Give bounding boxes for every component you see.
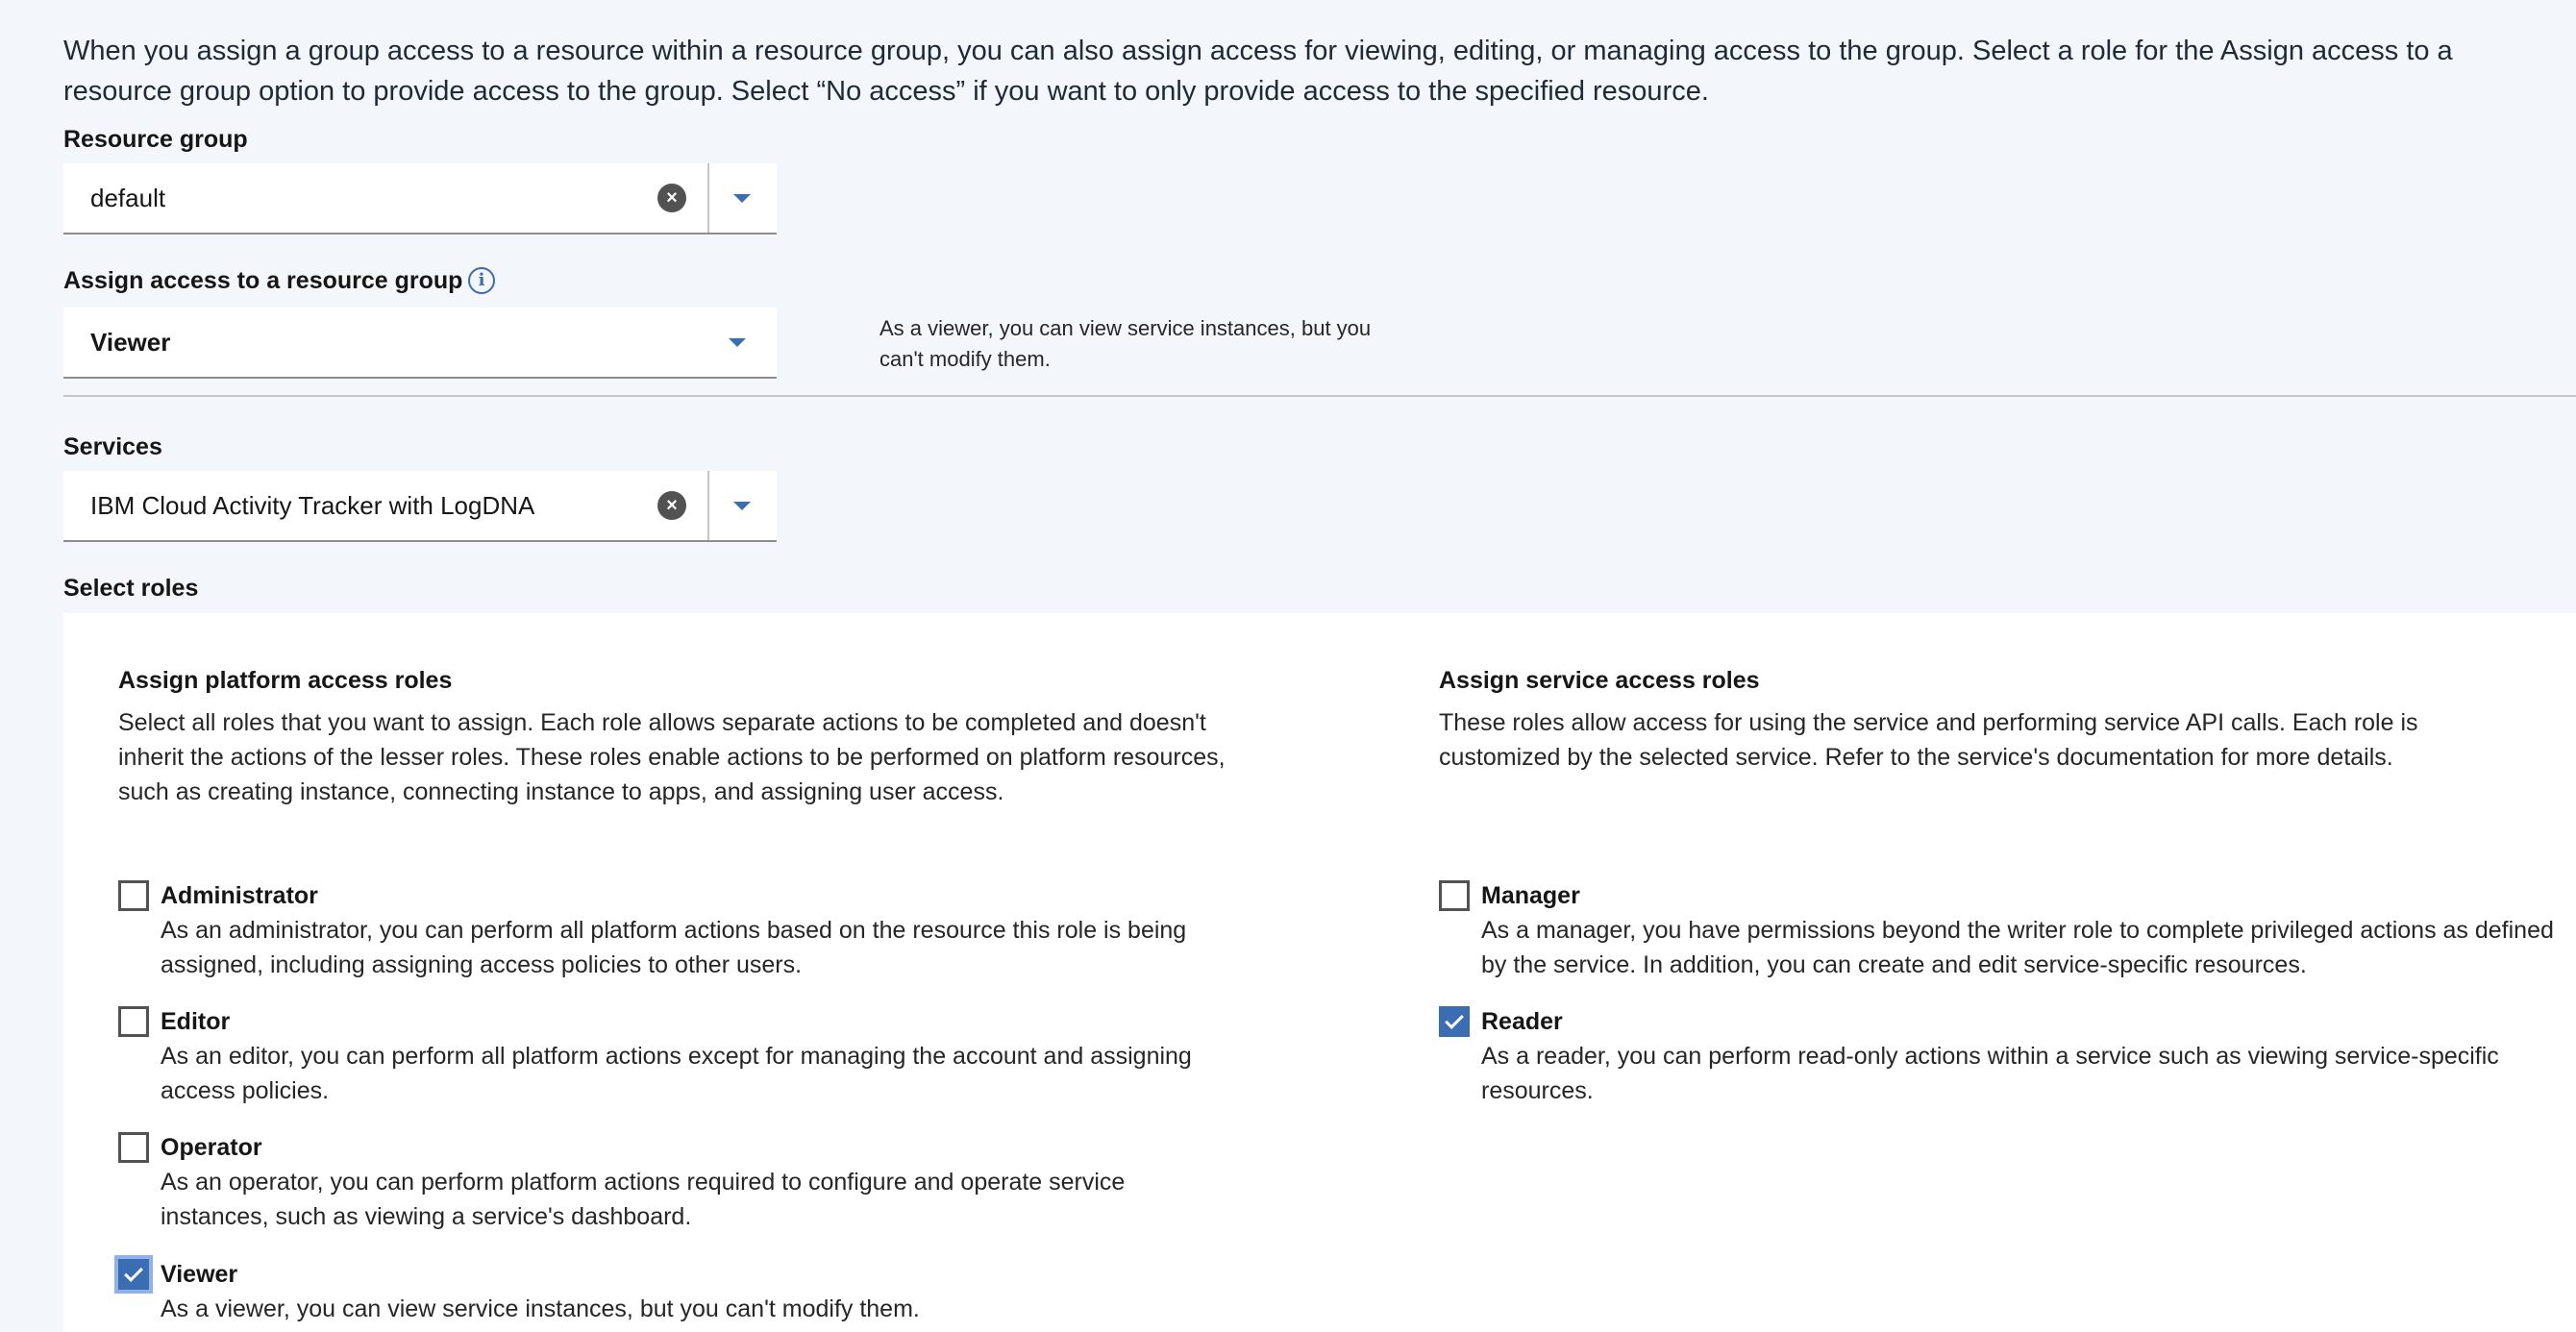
manager-checkbox[interactable] [1439, 880, 1470, 911]
assign-access-value: Viewer [90, 328, 171, 357]
operator-role-description: As an operator, you can perform platform… [161, 1169, 1126, 1230]
manager-role-description: As a manager, you have permissions beyon… [1481, 917, 2554, 978]
reader-role-description: As a reader, you can perform read-only a… [1481, 1043, 2499, 1104]
roles-panel: Assign platform access roles Select all … [63, 613, 2576, 1332]
resource-group-value: default [90, 184, 166, 212]
intro-text: When you assign a group access to a reso… [63, 36, 2453, 107]
assign-access-dropdown[interactable]: Viewer [63, 308, 777, 379]
services-combobox[interactable]: IBM Cloud Activity Tracker with LogDNA × [63, 471, 777, 542]
administrator-role-name: Administrator [161, 882, 318, 909]
select-roles-label: Select roles [63, 575, 199, 602]
viewer-checkbox[interactable] [118, 1259, 149, 1290]
operator-role-name: Operator [161, 1134, 262, 1161]
assign-access-label: Assign access to a resource group [63, 267, 463, 294]
editor-checkbox[interactable] [118, 1006, 149, 1037]
checkmark-icon [1445, 1010, 1464, 1029]
services-label: Services [63, 433, 162, 460]
clear-icon[interactable]: × [657, 491, 686, 520]
administrator-checkbox[interactable] [118, 880, 149, 911]
administrator-role-description: As an administrator, you can perform all… [161, 917, 1187, 978]
checkmark-icon [124, 1263, 143, 1282]
editor-role-name: Editor [161, 1008, 231, 1035]
platform-roles-title: Assign platform access roles [118, 667, 453, 694]
chevron-down-icon[interactable] [733, 502, 751, 510]
resource-group-combobox[interactable]: default × [63, 163, 777, 234]
service-roles-description: These roles allow access for using the s… [1439, 709, 2418, 771]
viewer-role-description: As a viewer, you can view service instan… [161, 1295, 920, 1322]
assign-access-helper: As a viewer, you can view service instan… [879, 316, 1372, 371]
resource-group-label: Resource group [63, 126, 248, 153]
field-separator [707, 163, 709, 233]
chevron-down-icon[interactable] [729, 338, 746, 347]
service-roles-title: Assign service access roles [1439, 667, 1760, 694]
viewer-role-name: Viewer [161, 1261, 238, 1288]
info-icon[interactable]: i [468, 267, 495, 294]
reader-checkbox[interactable] [1439, 1006, 1470, 1037]
services-value: IBM Cloud Activity Tracker with LogDNA [90, 491, 535, 520]
platform-roles-description: Select all roles that you want to assign… [118, 709, 1226, 805]
editor-role-description: As an editor, you can perform all platfo… [161, 1043, 1192, 1104]
section-divider [63, 395, 2576, 397]
operator-checkbox[interactable] [118, 1132, 149, 1163]
clear-icon[interactable]: × [657, 184, 686, 212]
reader-role-name: Reader [1481, 1008, 1563, 1035]
field-separator [707, 471, 709, 540]
chevron-down-icon[interactable] [733, 194, 751, 203]
manager-role-name: Manager [1481, 882, 1580, 909]
